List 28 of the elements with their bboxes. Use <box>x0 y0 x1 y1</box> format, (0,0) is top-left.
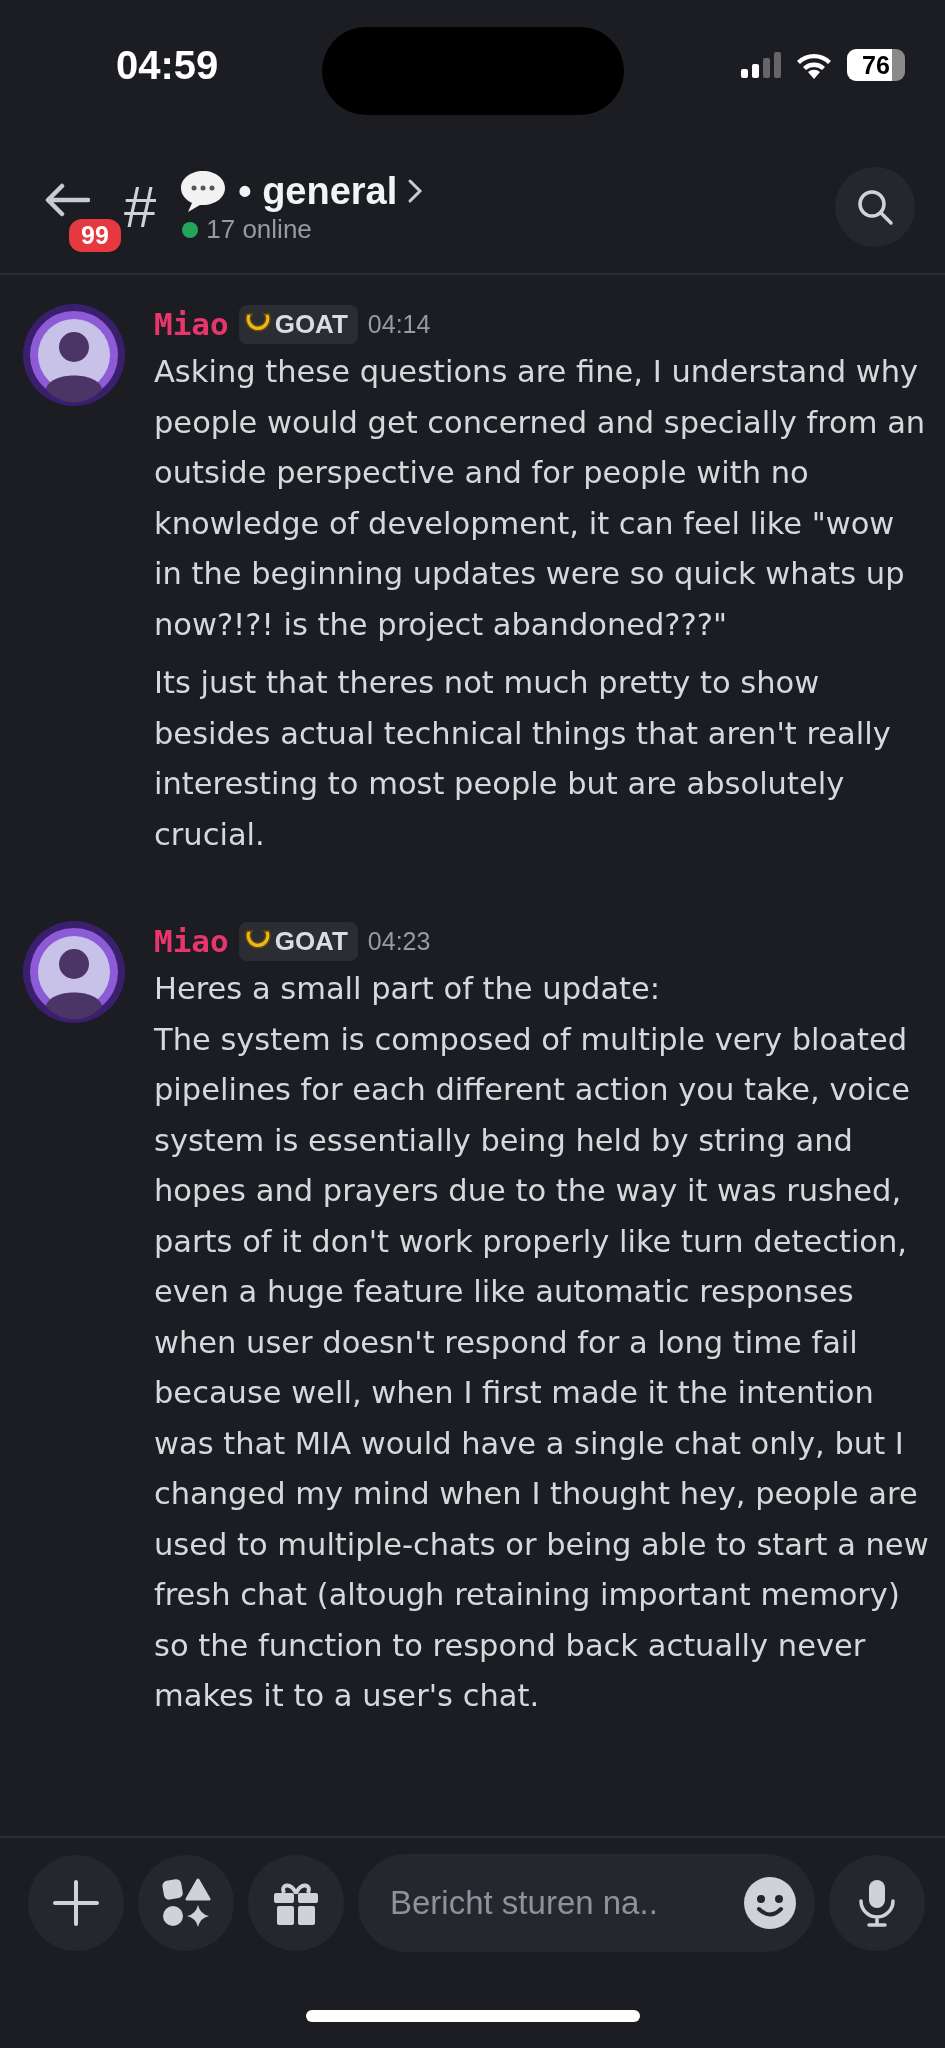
message-time: 04:14 <box>367 309 431 339</box>
author-name[interactable]: Miao <box>154 923 229 959</box>
search-icon <box>856 187 894 226</box>
online-dot <box>182 221 199 238</box>
chevron-right-icon[interactable] <box>407 178 424 204</box>
message-time: 04:23 <box>367 926 431 956</box>
channel-name[interactable]: • general <box>238 169 398 213</box>
message-text: Heres a small part of the update: The system is composed of multiple very bloated pipelines for each different action you take, voice system is essentially being held by string and hopes and prayers due to the way it was rushed, parts of it don't work properly like turn detection, even a huge feature like automatic responses when user doesn't respond for a long time fail because well, when I first made it the intention was that MIA would have a single chat only, but I changed my mind when I thought hey, people are used to multiple-chats or being able to start a new fresh chat (altough retaining important memory) so the function to respond back actually never makes it to a user's chat. <box>154 970 929 1715</box>
message-text: Asking these questions are fine, I understand why people would get concerned and specially from an outside perspective and for people with no knowledge of development, it can feel like "wow in the beginning updates were so quick whats up now?!?! is the project abandoned???" <box>154 353 927 644</box>
author-name[interactable]: Miao <box>154 306 229 342</box>
message-field[interactable]: Bericht sturen na.. <box>358 1854 815 1952</box>
shapes-icon <box>161 1878 211 1928</box>
online-count: 17 online <box>206 214 312 245</box>
avatar[interactable] <box>22 920 126 1024</box>
microphone-icon <box>857 1879 897 1927</box>
battery-indicator: 76 <box>847 49 905 81</box>
message-input[interactable]: Bericht sturen na.. <box>388 1883 737 1923</box>
avatar[interactable] <box>22 303 126 407</box>
signal-icon <box>741 52 781 78</box>
emoji-icon[interactable] <box>743 1876 797 1930</box>
wifi-icon <box>795 51 833 79</box>
plus-icon <box>52 1879 100 1927</box>
status-time: 04:59 <box>116 42 219 88</box>
channel-hash: # <box>124 173 157 240</box>
back-arrow-icon[interactable] <box>44 181 90 218</box>
role-name: GOAT <box>274 308 348 340</box>
role-name: GOAT <box>274 925 348 957</box>
message-text: Its just that theres not much pretty to show besides actual technical things that aren't really interesting to most people but are absolutely crucial. <box>154 664 892 854</box>
